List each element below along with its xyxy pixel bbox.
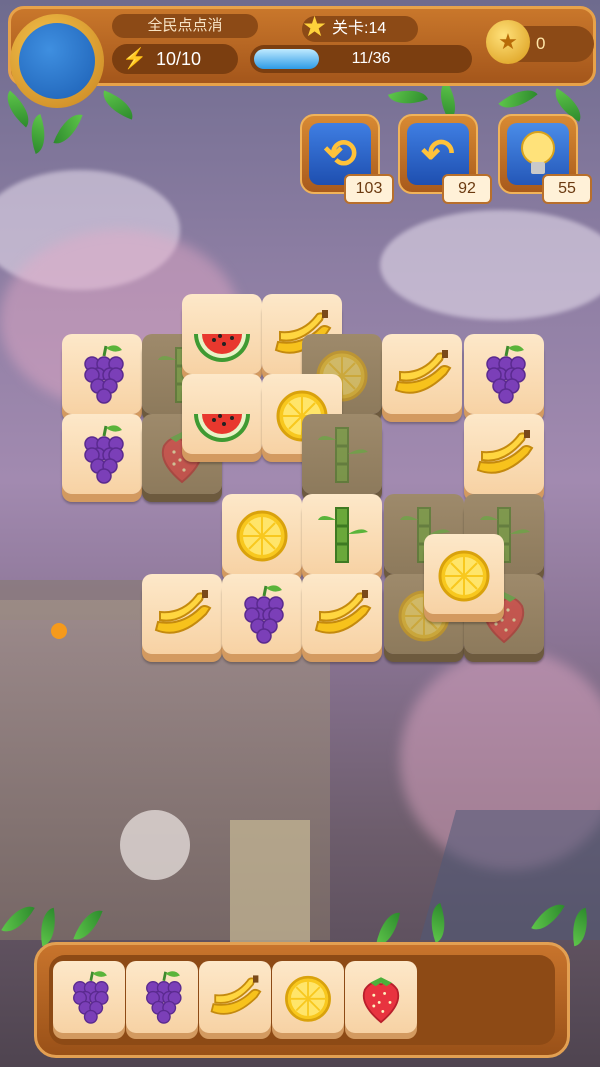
- banana-icon: [476, 430, 534, 474]
- tile-lemon[interactable]: [222, 494, 302, 574]
- orange-dot: [51, 623, 67, 639]
- shuffle-count: 103: [344, 174, 394, 204]
- grapes-icon: [486, 345, 526, 404]
- watermelon-icon: [194, 414, 250, 442]
- tile-watermelon[interactable]: [182, 294, 262, 374]
- progress-text: 11/36: [351, 50, 391, 67]
- tile-banana[interactable]: [142, 574, 222, 654]
- tray-tile-strawberry: [345, 961, 417, 1033]
- grapes-icon: [84, 345, 124, 404]
- tile-tray: [34, 942, 570, 1058]
- tray-tile-grapes: [126, 961, 198, 1033]
- grapes-icon: [73, 971, 109, 1024]
- coin-counter[interactable]: ★ 0: [486, 20, 594, 64]
- banana-icon: [314, 590, 372, 634]
- tile-lemon[interactable]: [424, 534, 504, 614]
- grapes-icon: [84, 425, 124, 484]
- watermelon-icon: [194, 334, 250, 362]
- strawberry-icon: [362, 977, 400, 1024]
- shuffle-button[interactable]: ⟲ 103: [300, 114, 394, 204]
- coin-icon: ★: [486, 20, 530, 64]
- progress-bar: 11/36: [250, 45, 472, 73]
- lightning-icon: ⚡: [122, 48, 147, 70]
- energy-counter: ⚡ 10/10: [112, 44, 238, 74]
- tile-grapes[interactable]: [464, 334, 544, 414]
- bamboo-icon: [318, 507, 368, 563]
- energy-value: 10/10: [156, 49, 202, 69]
- tray-tile-grapes: [53, 961, 125, 1033]
- tile-bamboo: [302, 414, 382, 494]
- game-title: 全民点点消: [112, 14, 258, 38]
- banana-icon: [154, 590, 212, 634]
- tile-grapes[interactable]: [62, 334, 142, 414]
- banana-icon: [210, 975, 262, 1015]
- tile-grapes[interactable]: [222, 574, 302, 654]
- tile-watermelon[interactable]: [182, 374, 262, 454]
- level-label: 关卡:14: [332, 20, 387, 37]
- grapes-icon: [146, 971, 182, 1024]
- star-icon: ★: [302, 11, 328, 42]
- undo-button[interactable]: ↶ 92: [398, 114, 492, 204]
- undo-count: 92: [442, 174, 492, 204]
- tile-banana[interactable]: [302, 574, 382, 654]
- tray-tile-lemon: [272, 961, 344, 1033]
- lemon-icon: [285, 975, 331, 1022]
- coin-value: 0: [536, 34, 546, 53]
- tray-slots: [49, 955, 555, 1045]
- tile-banana[interactable]: [464, 414, 544, 494]
- avatar[interactable]: [10, 14, 104, 108]
- tray-tile-banana: [199, 961, 271, 1033]
- tile-banana[interactable]: [382, 334, 462, 414]
- hint-count: 55: [542, 174, 592, 204]
- lemon-icon: [236, 510, 288, 562]
- banana-icon: [394, 350, 452, 394]
- tile-bamboo[interactable]: [302, 494, 382, 574]
- bamboo-icon: [318, 427, 368, 483]
- level-indicator: ★ 关卡:14: [302, 12, 418, 42]
- hint-button[interactable]: 55: [498, 114, 592, 204]
- lemon-icon: [438, 550, 490, 602]
- tile-grapes[interactable]: [62, 414, 142, 494]
- grapes-icon: [244, 585, 284, 644]
